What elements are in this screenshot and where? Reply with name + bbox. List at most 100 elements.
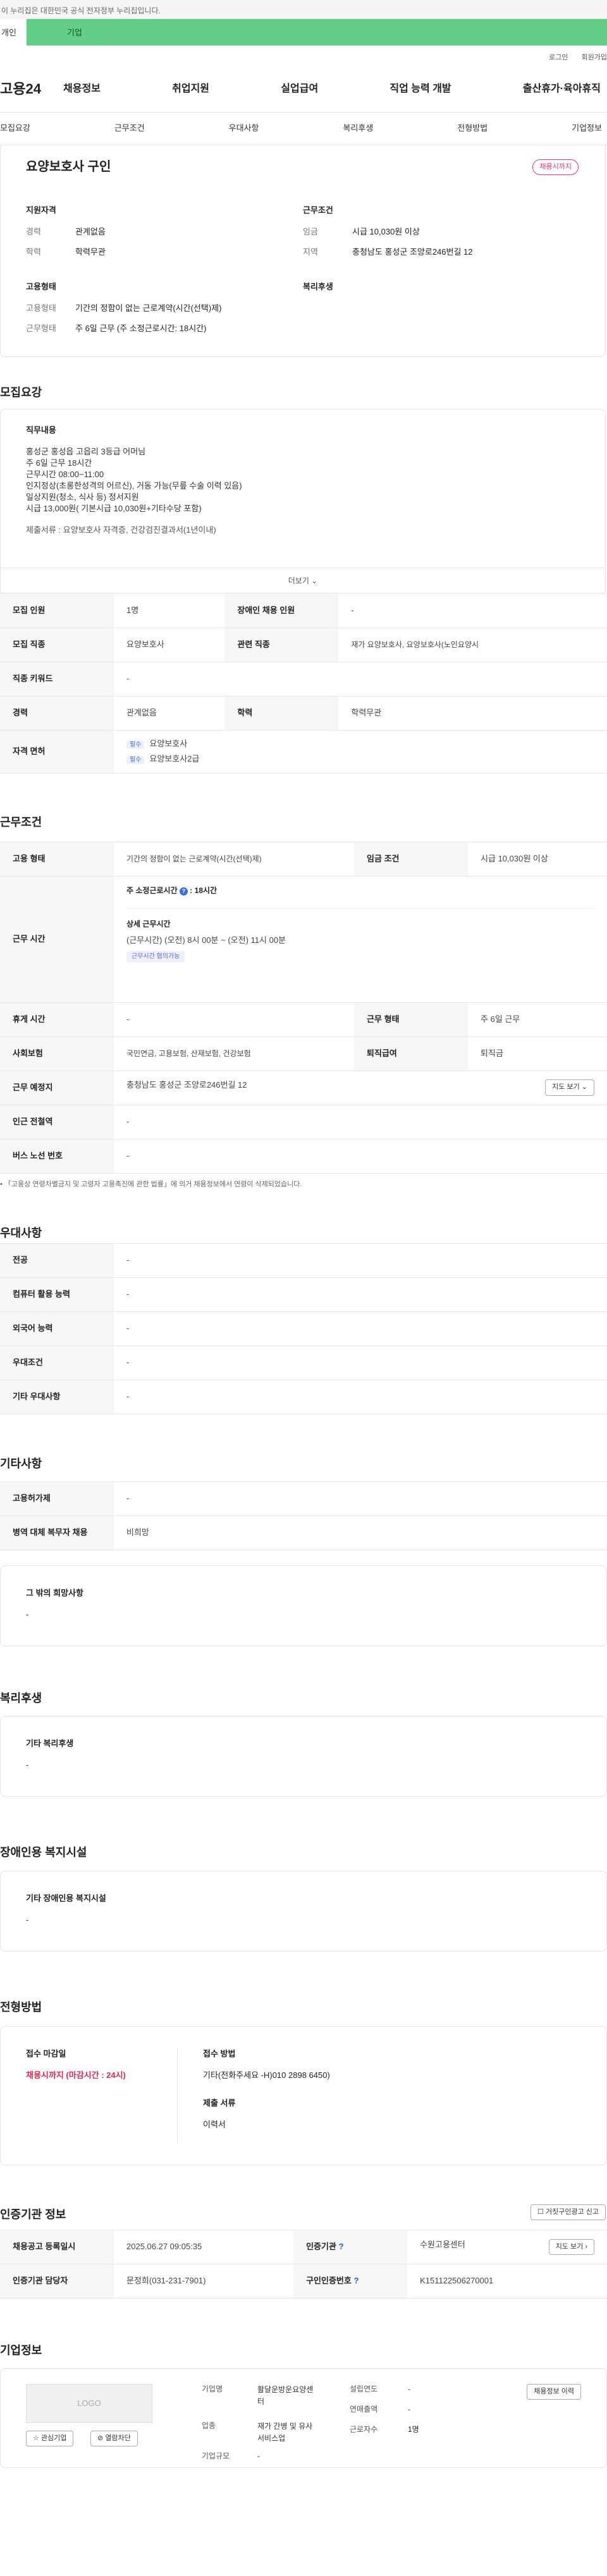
ind-line: 서비스업	[257, 2433, 286, 2443]
cond-key: 임금	[303, 227, 318, 237]
gnb-item-employment-support[interactable]: 취업지원	[172, 82, 209, 96]
util-bar: 로그인 회원가입	[0, 46, 607, 67]
val-related: 재가 요양보호사, 요양보호사(노인요양시	[338, 628, 607, 662]
disab-section-head: 장애인용 복지시설	[0, 1797, 607, 1871]
more-button[interactable]: 더보기 ⌄	[1, 568, 605, 593]
val-form: 주 6일 근무	[468, 1002, 607, 1037]
anchor-select[interactable]: 전형방법	[457, 123, 487, 134]
block-icon: ⊘	[97, 2434, 104, 2442]
gnb-item-jobs[interactable]: 채용정보	[63, 82, 101, 96]
sales-label: 연매출액	[350, 2404, 378, 2414]
workers-value: 1명	[408, 2424, 419, 2434]
th-edu: 학력	[224, 696, 339, 731]
duty-heading: 직무내용	[26, 425, 56, 435]
license-item: 요양보호사	[149, 738, 188, 748]
th-job: 모집 직종	[0, 628, 114, 662]
org-label: 인증기관	[306, 2242, 336, 2252]
weekly-value: 18시간	[194, 885, 218, 895]
star-icon: ☆	[33, 2434, 39, 2442]
map-button[interactable]: 지도 보기 ⌄	[545, 1079, 594, 1096]
size-value: -	[257, 2451, 260, 2460]
disab-card: 기타 장애인용 복지시설 -	[0, 1870, 607, 1952]
name-line: 활달운방운요양센	[257, 2385, 314, 2394]
interest-button[interactable]: ☆ 관심기업	[26, 2430, 74, 2447]
login-link[interactable]: 로그인	[549, 54, 568, 61]
anchor-pref[interactable]: 우대사항	[229, 123, 259, 134]
etc-table: 고용허가제 - 병역 대체 복무자 채용 비희망	[0, 1481, 607, 1550]
duty-line: 일상지원(청소, 식사 등) 정서지원	[26, 492, 139, 502]
th-etc: 고용허가제	[0, 1481, 114, 1516]
docs-label: 제출 서류	[203, 2098, 236, 2108]
report-button[interactable]: ☐ 거짓구인광고 신고	[530, 2204, 606, 2221]
th-form: 근무 형태	[354, 1002, 469, 1037]
welfare-card-heading: 기타 복리후생	[26, 1738, 74, 1748]
val-pref: -	[114, 1311, 607, 1346]
pref-section-head: 우대사항	[0, 1189, 607, 1243]
gnb-item-maternity[interactable]: 출산휴가·육아휴직	[523, 82, 601, 96]
val-edu: 학력무관	[338, 696, 607, 731]
interest-label: 관심기업	[40, 2434, 67, 2442]
val-bus: -	[114, 1139, 607, 1174]
jobs-history-button[interactable]: 채용정보 이력	[527, 2383, 581, 2400]
consult-tag: 근무시간 협의가능	[126, 951, 185, 963]
val-ins: 국민연금, 고용보험, 산재보험, 건강보험	[114, 1036, 355, 1071]
info-icon[interactable]: ?	[179, 887, 188, 896]
anchor-recruit[interactable]: 모집요강	[0, 123, 30, 134]
duty-line: 시급 13,000원( 기본시급 10,030원+기타수당 포함)	[26, 504, 202, 514]
weekly-label: 주 소정근로시간	[126, 885, 178, 895]
age-note-text: 「고용상 연령차별금지 및 고령자 고용촉진에 관한 법률」에 의거 채용정보에…	[4, 1180, 302, 1188]
tab-individual[interactable]: 개인	[0, 19, 27, 46]
hope-card: 그 밖의 희망사항 -	[0, 1565, 607, 1646]
val-pref: -	[114, 1243, 607, 1278]
gnb-item-unemployment-benefit[interactable]: 실업급여	[281, 82, 318, 96]
th-org: 인증기관 ?	[293, 2230, 408, 2264]
gnb-item-training[interactable]: 직업 능력 개발	[389, 82, 451, 96]
status-badge: 채용시까지	[532, 159, 579, 176]
cond-value: 시급 10,030원 이상	[352, 227, 420, 237]
th-place: 근무 예정지	[0, 1071, 114, 1105]
val-career: 관계없음	[114, 696, 225, 731]
cond-key: 지역	[303, 247, 318, 257]
info-icon[interactable]: ?	[353, 2276, 359, 2285]
docs-value: 이력서	[203, 2120, 226, 2130]
block-button[interactable]: ⊘ 열람차단	[90, 2430, 138, 2447]
anchor-nav: 모집요강 근무조건 우대사항 복리후생 전형방법 기업정보	[0, 112, 607, 145]
required-tag: 필수	[126, 756, 145, 764]
val-etc: 비희망	[114, 1516, 607, 1550]
val-reg: 2025.06.27 09:05:35	[114, 2230, 294, 2264]
chevron-right-icon: ›	[585, 2242, 587, 2251]
th-station: 인근 전철역	[0, 1105, 114, 1139]
section-title: 기업정보	[0, 2343, 42, 2357]
th-pref: 컴퓨터 활용 능력	[0, 1277, 114, 1312]
join-link[interactable]: 회원가입	[582, 54, 607, 61]
welfare-heading: 복리후생	[303, 281, 333, 291]
anchor-work[interactable]: 근무조건	[114, 123, 145, 134]
hope-value: -	[26, 1610, 29, 1620]
etc-section-head: 기타사항	[0, 1414, 607, 1481]
section-title: 우대사항	[0, 1226, 42, 1239]
th-pref: 외국어 능력	[0, 1311, 114, 1346]
duty-line: 주 6일 근무 18시간	[26, 458, 92, 468]
val-num: K151122506270001	[407, 2264, 607, 2299]
block-label: 열람차단	[105, 2434, 131, 2442]
tab-enterprise[interactable]: 기업	[27, 19, 607, 46]
site-logo[interactable]: 고용24	[0, 80, 63, 99]
anchor-welfare[interactable]: 복리후생	[343, 123, 373, 134]
val-wage: 시급 10,030원 이상	[468, 842, 607, 877]
th-type: 고용 형태	[0, 842, 114, 877]
val-pref: -	[114, 1346, 607, 1380]
val-hours: 주 소정근로시간 ? : 18시간 상세 근무시간 (근무시간) (오전) 8시…	[114, 876, 607, 1003]
est-label: 설립연도	[350, 2384, 378, 2393]
qual-heading: 지원자격	[26, 205, 56, 215]
welfare-value: -	[26, 1760, 29, 1770]
th-pref: 우대조건	[0, 1346, 114, 1380]
agency-map-button[interactable]: 지도 보기 ›	[548, 2239, 594, 2256]
val-headcount: 1명	[114, 593, 225, 628]
required-tag: 필수	[126, 740, 145, 749]
th-headcount: 모집 인원	[0, 593, 114, 628]
anchor-company[interactable]: 기업정보	[572, 123, 602, 134]
map-button-label: 지도 보기	[552, 1083, 580, 1091]
info-icon[interactable]: ?	[339, 2242, 344, 2251]
est-value: -	[408, 2384, 410, 2393]
gov-banner: 이 누리집은 대한민국 공식 전자정부 누리집입니다.	[0, 0, 607, 19]
